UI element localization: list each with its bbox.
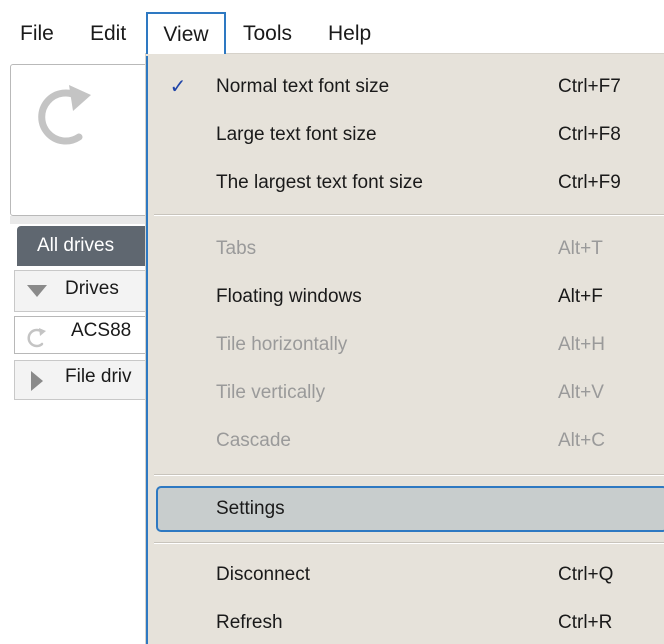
menu-item-label: Floating windows (216, 286, 362, 307)
tree-item-acs88[interactable]: ACS88 (14, 316, 164, 354)
menu-item-shortcut: Ctrl+R (558, 612, 613, 633)
tree-item-file-drives[interactable]: File driv (14, 360, 164, 400)
menu-item-tabs: Tabs Alt+T (148, 226, 664, 272)
tree-item-label: Drives (65, 278, 119, 299)
menu-item-tile-horizontally: Tile horizontally Alt+H (148, 322, 664, 368)
menu-separator (154, 214, 664, 216)
tree-item-label: File driv (65, 366, 132, 387)
triangle-down-icon (27, 285, 47, 297)
panel-divider (10, 216, 160, 224)
refresh-icon (27, 328, 46, 348)
menu-separator (154, 474, 664, 476)
menu-item-shortcut: Alt+H (558, 334, 605, 355)
menu-item-shortcut: Ctrl+F9 (558, 172, 621, 193)
view-menu-dropdown: ✓ Normal text font size Ctrl+F7 Large te… (146, 54, 664, 644)
menu-item-floating-windows[interactable]: Floating windows Alt+F (148, 274, 664, 320)
menu-item-shortcut: Alt+T (558, 238, 603, 259)
toolbar-panel (10, 64, 160, 216)
check-icon: ✓ (169, 76, 187, 98)
menu-item-shortcut: Alt+F (558, 286, 603, 307)
menu-file[interactable]: File (18, 14, 56, 54)
menu-item-label: The largest text font size (216, 172, 423, 193)
menu-item-label: Large text font size (216, 124, 377, 145)
menu-item-tile-vertically: Tile vertically Alt+V (148, 370, 664, 416)
tab-all-drives[interactable]: All drives (17, 226, 162, 266)
menu-item-label: Tabs (216, 238, 257, 259)
drive-tree: Drives ACS88 File driv (14, 268, 164, 408)
menu-edit[interactable]: Edit (88, 14, 128, 54)
menu-item-label: Disconnect (216, 564, 310, 585)
menu-item-shortcut: Ctrl+F8 (558, 124, 621, 145)
menu-item-refresh[interactable]: Refresh Ctrl+R (148, 600, 664, 644)
menu-item-largest-font[interactable]: The largest text font size Ctrl+F9 (148, 160, 664, 206)
menu-item-label: Settings (216, 498, 285, 519)
tree-item-drives[interactable]: Drives (14, 270, 164, 312)
tree-item-label: ACS88 (71, 320, 132, 341)
refresh-icon[interactable] (29, 75, 99, 155)
menu-item-settings[interactable]: Settings (156, 486, 664, 532)
menu-item-label: Cascade (216, 430, 291, 451)
menu-item-shortcut: Alt+V (558, 382, 604, 403)
menu-item-label: Tile horizontally (216, 334, 348, 355)
menu-item-label: Tile vertically (216, 382, 326, 403)
menu-item-shortcut: Ctrl+Q (558, 564, 614, 585)
menu-bar: File Edit View Tools Help (0, 0, 664, 62)
menu-item-cascade: Cascade Alt+C (148, 418, 664, 464)
menu-item-shortcut: Ctrl+F7 (558, 76, 621, 97)
menu-item-shortcut: Alt+C (558, 430, 605, 451)
menu-tools[interactable]: Tools (241, 14, 294, 54)
menu-separator (154, 542, 664, 544)
menu-item-large-font[interactable]: Large text font size Ctrl+F8 (148, 112, 664, 158)
menu-help[interactable]: Help (326, 14, 373, 54)
menu-item-disconnect[interactable]: Disconnect Ctrl+Q (148, 552, 664, 598)
triangle-right-icon (31, 371, 43, 391)
menu-item-label: Normal text font size (216, 76, 390, 97)
menu-view[interactable]: View (146, 12, 226, 54)
menu-item-label: Refresh (216, 612, 283, 633)
menu-item-normal-font[interactable]: ✓ Normal text font size Ctrl+F7 (148, 64, 664, 110)
